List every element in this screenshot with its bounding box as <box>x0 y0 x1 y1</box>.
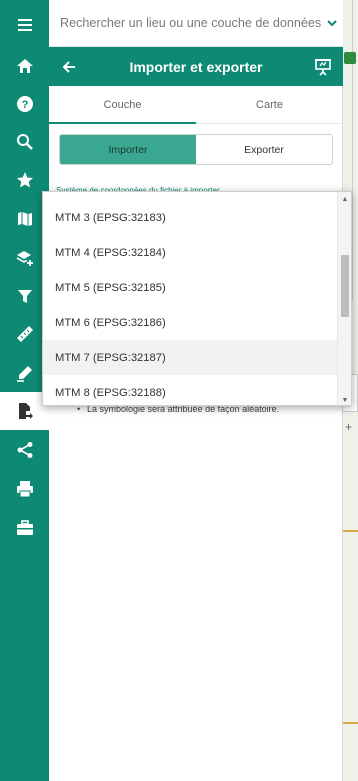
scroll-down-icon[interactable]: ▼ <box>338 394 351 405</box>
panel-header: Importer et exporter <box>49 47 343 86</box>
export-option-button[interactable]: Exporter <box>196 135 332 164</box>
add-layer-icon <box>16 251 33 266</box>
draw-icon <box>16 366 32 382</box>
dropdown-option[interactable]: MTM 6 (EPSG:32186) <box>43 305 339 340</box>
ruler-icon <box>16 326 33 342</box>
dropdown-option[interactable]: MTM 3 (EPSG:32183) <box>43 200 339 235</box>
menu-button[interactable] <box>0 6 49 44</box>
share-button[interactable] <box>0 431 49 469</box>
search-button[interactable] <box>0 123 49 161</box>
menu-icon <box>17 19 32 31</box>
import-option-button[interactable]: Importer <box>60 135 196 164</box>
toolbox-icon <box>16 520 33 535</box>
svg-text:?: ? <box>21 99 28 111</box>
scroll-up-icon[interactable]: ▲ <box>338 193 351 205</box>
dropdown-option-highlighted[interactable]: MTM 7 (EPSG:32187) <box>43 340 339 375</box>
arrow-left-icon <box>62 60 75 73</box>
dropdown-option[interactable]: MTM 5 (EPSG:32185) <box>43 270 339 305</box>
help-button[interactable]: ? <box>0 85 49 123</box>
coordinate-system-dropdown[interactable]: MTM 3 (EPSG:32183) MTM 4 (EPSG:32184) MT… <box>42 191 352 406</box>
tab-couche[interactable]: Couche <box>49 86 196 124</box>
print-icon <box>16 481 33 498</box>
map-marker-icon <box>344 52 356 64</box>
share-icon <box>17 442 32 458</box>
tab-carte[interactable]: Carte <box>196 86 343 123</box>
import-export-toggle: Importer Exporter <box>59 134 333 165</box>
filter-icon <box>17 290 32 303</box>
star-icon <box>16 172 33 188</box>
map-icon <box>17 212 32 226</box>
panel-title: Importer et exporter <box>129 58 263 75</box>
help-icon: ? <box>16 96 33 112</box>
toolbox-button[interactable] <box>0 509 49 547</box>
map-crosshair-icon: + <box>345 420 353 434</box>
back-button[interactable] <box>49 59 89 75</box>
import-export-icon <box>18 403 33 419</box>
presentation-icon <box>315 58 331 76</box>
home-icon <box>16 59 33 73</box>
dropdown-scrollbar[interactable]: ▲ ▼ <box>337 192 351 405</box>
presentation-button[interactable] <box>303 58 343 76</box>
scrollbar-thumb[interactable] <box>341 255 349 317</box>
dropdown-option[interactable]: MTM 4 (EPSG:32184) <box>43 235 339 270</box>
home-button[interactable] <box>0 47 49 85</box>
search-input[interactable]: Rechercher un lieu ou une couche de donn… <box>60 16 321 30</box>
panel-tabs: Couche Carte <box>49 86 343 124</box>
search-icon <box>16 134 33 150</box>
print-button[interactable] <box>0 470 49 508</box>
search-bar[interactable]: Rechercher un lieu ou une couche de donn… <box>49 0 343 47</box>
chevron-down-icon[interactable] <box>321 17 343 29</box>
dropdown-option[interactable]: MTM 8 (EPSG:32188) <box>43 375 339 405</box>
